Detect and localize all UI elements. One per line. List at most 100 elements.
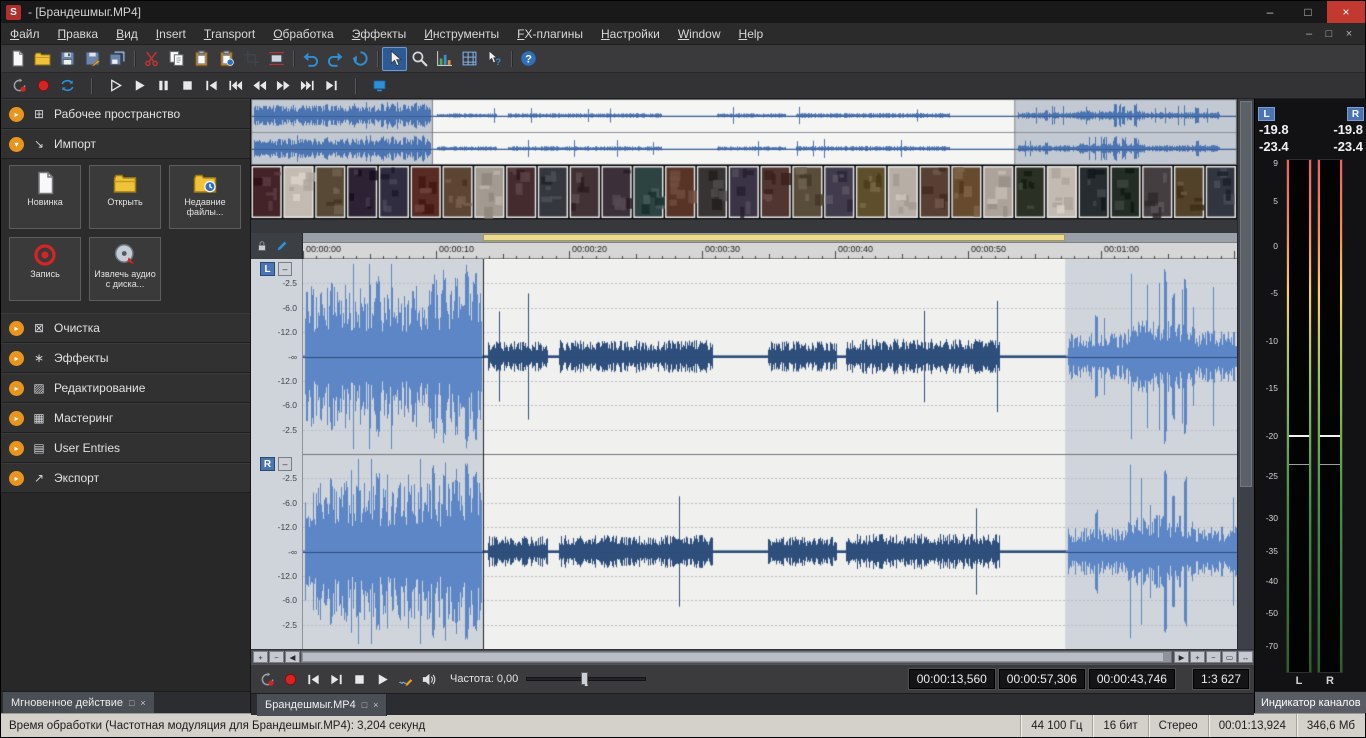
zoom-fit-button[interactable]: ↔ bbox=[1238, 651, 1253, 663]
frequency-slider[interactable]: ▲ bbox=[526, 669, 646, 689]
close-button[interactable]: × bbox=[1327, 1, 1365, 23]
menu-item[interactable]: Window bbox=[669, 23, 730, 45]
scroll-left-button[interactable]: ◀ bbox=[285, 651, 300, 663]
level-ruler[interactable]: -2.5-6.0-12.0-∞-12.0-6.0-2.5-2.5-6.0-12.… bbox=[251, 259, 303, 649]
menu-item[interactable]: Эффекты bbox=[343, 23, 416, 45]
play-all-button[interactable] bbox=[103, 75, 127, 97]
tab-close-icon[interactable]: × bbox=[140, 698, 145, 708]
vertical-scrollbar[interactable] bbox=[1237, 99, 1254, 649]
overview-waveform[interactable] bbox=[251, 99, 1237, 165]
record-button[interactable] bbox=[279, 668, 302, 691]
tab-document[interactable]: Брандешмыг.MP4 □ × bbox=[257, 694, 387, 716]
go-to-start-button[interactable] bbox=[302, 668, 325, 691]
tab-restore-icon[interactable]: □ bbox=[129, 698, 134, 708]
tab-channel-meter[interactable]: Индикатор каналов bbox=[1255, 692, 1366, 713]
rewind-button[interactable] bbox=[247, 75, 271, 97]
sidebar-section-export[interactable]: ▸ ↗ Экспорт bbox=[1, 463, 250, 493]
new-file-button[interactable] bbox=[5, 47, 30, 71]
edit-tool-button[interactable] bbox=[382, 47, 407, 71]
loop-record-button[interactable] bbox=[7, 75, 31, 97]
left-channel-badge[interactable]: L bbox=[260, 262, 275, 276]
horizontal-scrollbar-thumb[interactable] bbox=[303, 653, 1163, 661]
collapse-right-channel-button[interactable]: – bbox=[278, 457, 292, 471]
loop-region-bar[interactable] bbox=[483, 234, 1065, 241]
playback-monitor-button[interactable] bbox=[367, 75, 391, 97]
meter-bar-right[interactable] bbox=[1317, 159, 1343, 673]
loop-playback-button[interactable] bbox=[55, 75, 79, 97]
tab-close-icon[interactable]: × bbox=[373, 700, 378, 710]
play-button[interactable] bbox=[371, 668, 394, 691]
sidebar-section-user-entries[interactable]: ▸ ▤ User Entries bbox=[1, 433, 250, 463]
tab-restore-icon[interactable]: □ bbox=[362, 700, 367, 710]
menu-item[interactable]: Правка bbox=[49, 23, 108, 45]
new-file-tile[interactable]: Новинка bbox=[9, 165, 81, 229]
previous-marker-button[interactable] bbox=[223, 75, 247, 97]
zoom-out-button[interactable]: − bbox=[1206, 651, 1221, 663]
paste-special-button[interactable] bbox=[214, 47, 239, 71]
open-button[interactable] bbox=[30, 47, 55, 71]
go-to-end-button[interactable] bbox=[325, 668, 348, 691]
menu-item[interactable]: Обработка bbox=[264, 23, 343, 45]
menu-item[interactable]: Insert bbox=[147, 23, 195, 45]
sidebar-section-effects[interactable]: ▸ ∗ Эффекты bbox=[1, 343, 250, 373]
menu-item[interactable]: Вид bbox=[107, 23, 147, 45]
mdi-close-button[interactable]: × bbox=[1339, 28, 1359, 40]
scroll-right-button[interactable]: ▶ bbox=[1174, 651, 1189, 663]
sidebar-section-cleanup[interactable]: ▸ ⊠ Очистка bbox=[1, 313, 250, 343]
loop-region-track[interactable] bbox=[303, 233, 1237, 243]
record-button[interactable] bbox=[31, 75, 55, 97]
menu-item[interactable]: FX-плагины bbox=[508, 23, 592, 45]
collapse-left-channel-button[interactable]: – bbox=[278, 262, 292, 276]
horizontal-scrollbar[interactable] bbox=[301, 651, 1172, 663]
sidebar-section-editing[interactable]: ▸ ▨ Редактирование bbox=[1, 373, 250, 403]
tab-instant-action[interactable]: Мгновенное действие □ × bbox=[3, 692, 154, 714]
repeat-button[interactable] bbox=[348, 47, 373, 71]
maximize-button[interactable]: □ bbox=[1289, 1, 1327, 23]
crop-button[interactable] bbox=[264, 47, 289, 71]
save-button[interactable] bbox=[55, 47, 80, 71]
save-all-button[interactable] bbox=[105, 47, 130, 71]
snap-button[interactable] bbox=[457, 47, 482, 71]
menu-item[interactable]: Настройки bbox=[592, 23, 669, 45]
vertical-scrollbar-thumb[interactable] bbox=[1240, 101, 1252, 487]
zoom-in-time-button[interactable]: + bbox=[253, 651, 268, 663]
meter-bar-left[interactable] bbox=[1286, 159, 1312, 673]
zoom-out-time-button[interactable]: − bbox=[269, 651, 284, 663]
record-tile[interactable]: Запись bbox=[9, 237, 81, 301]
stop-button[interactable] bbox=[175, 75, 199, 97]
video-thumbnail-strip[interactable] bbox=[251, 165, 1237, 219]
spectrum-button[interactable] bbox=[432, 47, 457, 71]
sidebar-section-mastering[interactable]: ▸ ▦ Мастеринг bbox=[1, 403, 250, 433]
selection-tool-button[interactable] bbox=[482, 47, 507, 71]
loop-record-button[interactable] bbox=[256, 668, 279, 691]
zoom-in-button[interactable]: + bbox=[1190, 651, 1205, 663]
extract-audio-tile[interactable]: Извлечь аудио с диска... bbox=[89, 237, 161, 301]
open-tile[interactable]: Открыть bbox=[89, 165, 161, 229]
go-to-end-button[interactable] bbox=[319, 75, 343, 97]
sidebar-section-import[interactable]: ▾ ↘ Импорт bbox=[1, 129, 250, 159]
trim-button[interactable] bbox=[239, 47, 264, 71]
help-button[interactable] bbox=[516, 47, 541, 71]
forward-button[interactable] bbox=[271, 75, 295, 97]
mdi-minimize-button[interactable]: – bbox=[1299, 28, 1319, 40]
menu-item[interactable]: Инструменты bbox=[415, 23, 508, 45]
lock-icon[interactable] bbox=[256, 240, 268, 252]
redo-button[interactable] bbox=[323, 47, 348, 71]
menu-item[interactable]: Help bbox=[730, 23, 773, 45]
go-to-start-button[interactable] bbox=[199, 75, 223, 97]
waveform-display[interactable] bbox=[303, 259, 1237, 649]
undo-button[interactable] bbox=[298, 47, 323, 71]
save-as-button[interactable] bbox=[80, 47, 105, 71]
pause-button[interactable] bbox=[151, 75, 175, 97]
cut-button[interactable] bbox=[139, 47, 164, 71]
sidebar-section-workspace[interactable]: ▸ ⊞ Рабочее пространство bbox=[1, 99, 250, 129]
play-button[interactable] bbox=[127, 75, 151, 97]
minimize-button[interactable]: – bbox=[1251, 1, 1289, 23]
zoom-selection-button[interactable]: ▭ bbox=[1222, 651, 1237, 663]
pencil-icon[interactable] bbox=[276, 240, 288, 252]
paste-button[interactable] bbox=[189, 47, 214, 71]
timeline-ruler[interactable] bbox=[303, 243, 1237, 259]
mdi-restore-button[interactable]: □ bbox=[1319, 28, 1339, 40]
stop-button[interactable] bbox=[348, 668, 371, 691]
monitor-volume-button[interactable] bbox=[417, 668, 440, 691]
